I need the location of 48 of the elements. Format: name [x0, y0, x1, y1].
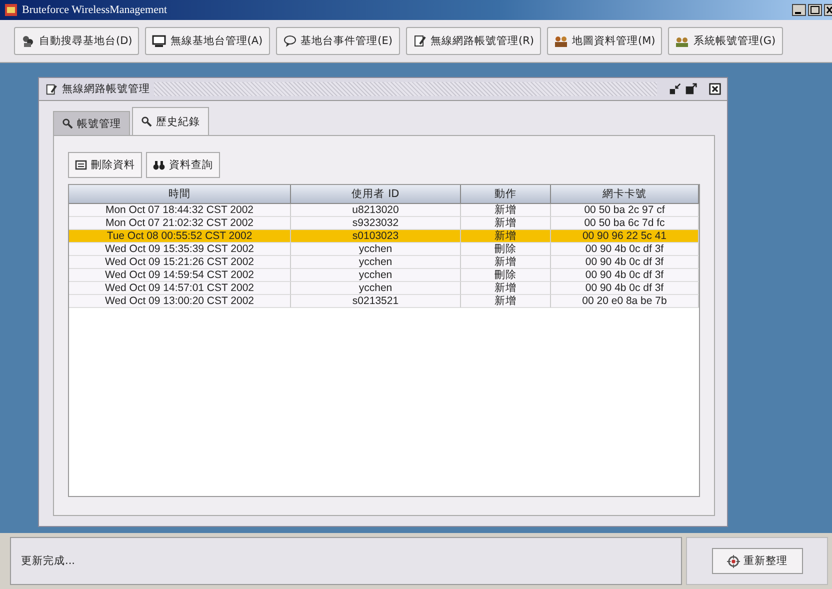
- toolbar-button[interactable]: 自動搜尋基地台(D): [14, 27, 140, 55]
- column-header[interactable]: 時間: [69, 185, 291, 204]
- minimize-icon[interactable]: [792, 4, 806, 16]
- toolbar-button[interactable]: 系統帳號管理(G): [668, 27, 783, 55]
- maximize-icon[interactable]: [685, 83, 697, 95]
- document-icon: [75, 159, 87, 171]
- table-row[interactable]: Tue Oct 08 00:55:52 CST 2002 s0103023 新增 00 90 96 22 5c 41: [69, 230, 699, 243]
- notepad-icon: [412, 34, 426, 48]
- table-cell: 新增: [461, 295, 551, 308]
- table-row[interactable]: Wed Oct 09 14:57:01 CST 2002 ycchen 新增 00 90 4b 0c df 3f: [69, 282, 699, 295]
- table-cell: 00 20 e0 8a be 7b: [551, 295, 699, 308]
- table-row[interactable]: Wed Oct 09 15:21:26 CST 2002 ycchen 新增 00 90 4b 0c df 3f: [69, 256, 699, 269]
- table-row[interactable]: Mon Oct 07 18:44:32 CST 2002 u8213020 新增 00 50 ba 2c 97 cf: [69, 204, 699, 217]
- magnifier-icon: [62, 118, 73, 129]
- table-row[interactable]: Wed Oct 09 13:00:20 CST 2002 s0213521 新增 00 20 e0 8a be 7b: [69, 295, 699, 308]
- action-button[interactable]: 資料查詢: [146, 152, 220, 178]
- refresh-button[interactable]: 重新整理: [712, 548, 802, 574]
- column-header[interactable]: 動作: [461, 185, 551, 204]
- table-row[interactable]: Mon Oct 07 21:02:32 CST 2002 s9323032 新增 00 50 ba 6c 7d fc: [69, 217, 699, 230]
- table-cell: Wed Oct 09 13:00:20 CST 2002: [69, 295, 291, 308]
- toolbar-button[interactable]: 地圖資料管理(M): [547, 27, 662, 55]
- maximize-icon[interactable]: [808, 4, 822, 16]
- toolbar-button[interactable]: 無線基地台管理(A): [145, 27, 270, 55]
- toolbar-button[interactable]: 基地台事件管理(E): [276, 27, 400, 55]
- speech-bubble-icon: [282, 34, 297, 48]
- people-icon: [21, 34, 35, 48]
- app-icon: [4, 3, 18, 17]
- table-row[interactable]: Wed Oct 09 15:35:39 CST 2002 ycchen 刪除 00 90 4b 0c df 3f: [69, 243, 699, 256]
- refresh-icon: [726, 554, 740, 568]
- table-cell: s0213521: [291, 295, 461, 308]
- monitor-icon: [152, 34, 166, 48]
- minimize-icon[interactable]: [669, 83, 681, 95]
- column-header[interactable]: 網卡卡號: [551, 185, 699, 204]
- magnifier-icon: [141, 116, 152, 127]
- people-icon: [554, 34, 568, 48]
- window-title: Bruteforce WirelessManagement: [22, 4, 168, 16]
- table-row[interactable]: Wed Oct 09 14:59:54 CST 2002 ycchen 刪除 00 90 4b 0c df 3f: [69, 269, 699, 282]
- column-header[interactable]: 使用者 ID: [291, 185, 461, 204]
- close-icon[interactable]: [824, 4, 832, 16]
- binoculars-icon: [153, 159, 165, 171]
- notepad-icon: [45, 82, 58, 96]
- tab[interactable]: 帳號管理: [53, 111, 130, 135]
- tab[interactable]: 歷史紀錄: [132, 107, 209, 135]
- close-icon[interactable]: [709, 83, 721, 95]
- toolbar-button[interactable]: 無線網路帳號管理(R): [406, 27, 541, 55]
- internal-window-title: 無線網路帳號管理: [62, 82, 150, 96]
- status-message: 更新完成...: [10, 537, 682, 585]
- action-button[interactable]: 刪除資料: [68, 152, 142, 178]
